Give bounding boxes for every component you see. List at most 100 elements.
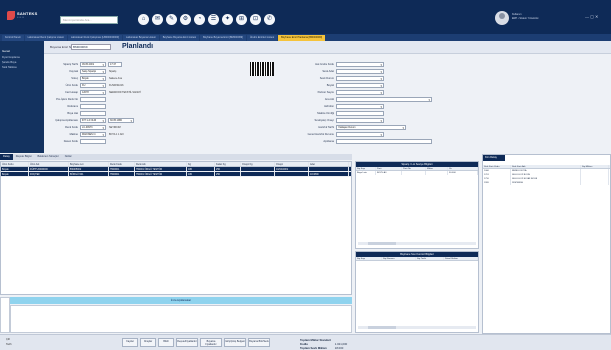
process-field[interactable]: Boyalı: [80, 75, 106, 81]
machine-field[interactable]: MAKINESI 4: [80, 131, 106, 137]
favorite-icon[interactable]: ✦: [222, 14, 233, 25]
column-header[interactable]: Stok Kartı Kodu: [483, 165, 511, 168]
finish-ship-button[interactable]: Boyama Bitir/Sevk: [248, 338, 270, 347]
form-row-dyed: Boyalı: [296, 82, 384, 88]
process-extra: Sadece Ana: [109, 76, 122, 80]
form-row-partner-count: Partner Sayısı: [296, 89, 384, 95]
hydrophone-field[interactable]: [336, 103, 384, 109]
partner-count-field[interactable]: [336, 89, 384, 95]
left-nav-item-dye[interactable]: Şerefe Boya: [2, 61, 16, 64]
save-button[interactable]: Kaydet: [122, 338, 138, 347]
column-header[interactable]: Boyhane Lot: [69, 162, 109, 166]
prep-status-field[interactable]: [336, 131, 384, 137]
horizontal-scrollbar[interactable]: [358, 326, 476, 329]
table-row[interactable]: Boya Lotu BOYU-A1 50.000: [356, 171, 478, 175]
left-nav-item-stock[interactable]: Stok Tablosu: [2, 66, 17, 69]
avatar[interactable]: [495, 11, 509, 25]
pre-color-field[interactable]: [80, 96, 106, 102]
column-header[interactable]: Onaylı: [275, 162, 309, 166]
column-header[interactable]: Miktar: [426, 167, 448, 170]
recipe-pricing-button[interactable]: Reçete/Fiyatlandır: [176, 338, 198, 347]
grid-cell: DOÇTEF: [29, 172, 69, 176]
column-header[interactable]: Onaylı Kg: [241, 162, 275, 166]
line-group-field[interactable]: [336, 61, 384, 67]
machine-extra: BOYA 1 1 AKI: [109, 132, 124, 136]
form-row-ship-qty: Sevk Adet: [296, 68, 384, 74]
tab-stock-detail[interactable]: Kim Detay: [483, 155, 505, 161]
main-name-field[interactable]: [336, 96, 432, 102]
approvals-button[interactable]: Onaylar: [140, 338, 156, 347]
column-header[interactable]: Üs: [448, 167, 478, 170]
dye-pricing-button[interactable]: Boyama Fiyatlandır: [200, 338, 222, 347]
field-label: Sevk Adet: [322, 69, 334, 73]
description-field[interactable]: [336, 138, 432, 144]
tab-recipe[interactable]: Reçete Bilgisi: [13, 154, 35, 160]
column-header[interactable]: Renk Kodu: [109, 162, 135, 166]
column-header[interactable]: Kg: [187, 162, 215, 166]
column-header[interactable]: Sip Sayı: [356, 257, 382, 260]
menu-search-input[interactable]: [60, 16, 118, 24]
column-header[interactable]: Adet: [309, 162, 349, 166]
horizontal-scrollbar[interactable]: [358, 242, 476, 245]
notes-area[interactable]: [10, 305, 352, 333]
customer-field[interactable]: 12078: [80, 89, 106, 95]
left-nav-item-price-group[interactable]: Fiyat Gruplama: [2, 56, 20, 59]
dyed-field[interactable]: [336, 82, 384, 88]
grid-cell: [241, 167, 275, 171]
edit-icon[interactable]: ✎: [166, 14, 177, 25]
notify-button[interactable]: Bildir: [158, 338, 174, 347]
home-icon[interactable]: ⌂: [138, 14, 149, 25]
field-label: Ana Adı: [324, 97, 334, 101]
window-icon[interactable]: ⊡: [250, 14, 261, 25]
window-controls[interactable]: — ▢ ✕: [585, 14, 598, 19]
ship-status-field[interactable]: [336, 75, 384, 81]
stock-table: Stok Kartı Kodu Stok Kartı Adı Sip Mikta…: [483, 165, 610, 185]
grid-cell: BS005002: [69, 167, 109, 171]
column-header[interactable]: Sip Tarihi: [416, 257, 444, 260]
logo-icon: [7, 11, 15, 20]
pattern-field[interactable]: [80, 138, 106, 144]
prep-date-field[interactable]: Yaklaşan Durum: [336, 124, 406, 130]
table-row[interactable]: 1920 DİSPERSE: [483, 181, 610, 185]
order-time-field[interactable]: 17:47: [108, 61, 122, 67]
reference-field[interactable]: [80, 103, 106, 109]
dye-line-field[interactable]: [80, 110, 106, 116]
column-header[interactable]: Sip Numara: [382, 257, 416, 260]
shipper-approval-field[interactable]: [336, 117, 384, 123]
settings-icon[interactable]: ⚙: [180, 14, 191, 25]
order-date-field[interactable]: 09.05.2019: [80, 61, 106, 67]
tab-detail[interactable]: Detay: [0, 154, 13, 160]
table-row[interactable]: Boyalı DOÇTEF BÖRGÜ 601 HW0001 HW001 ÖRG…: [1, 172, 351, 177]
order-no-field[interactable]: BM000069: [71, 44, 111, 50]
grid-icon[interactable]: ⊞: [236, 14, 247, 25]
column-header[interactable]: Sip Miktarı: [581, 165, 609, 168]
in-out-document-button[interactable]: Giriş/Çıkış Belgesi: [224, 338, 246, 347]
column-header[interactable]: Ürün Adı: [29, 162, 69, 166]
column-header[interactable]: Parti Ne: [402, 167, 426, 170]
machine-id-field[interactable]: [336, 110, 384, 116]
phone-icon[interactable]: ✆: [264, 14, 275, 25]
clock-icon[interactable]: ◔: [194, 14, 205, 25]
color-code-field[interactable]: LC-00973: [80, 124, 106, 130]
work-desc-field[interactable]: INT 1-4 OLDI: [80, 117, 106, 123]
work-date-field[interactable]: 30.05.1980: [108, 117, 134, 123]
column-header[interactable]: Renk Adı: [135, 162, 187, 166]
column-header[interactable]: Dönel Birikim: [444, 257, 478, 260]
ship-qty-field[interactable]: [336, 68, 384, 74]
menu-icon[interactable]: ☰: [208, 14, 219, 25]
product-code-field[interactable]: KU: [80, 82, 106, 88]
tab-notes[interactable]: Notlar: [62, 154, 75, 160]
total-value: 18.000: [334, 346, 344, 350]
grid-cell: [275, 172, 309, 176]
action-label-1: Çift: [6, 338, 10, 341]
column-header[interactable]: Kalan Kg: [215, 162, 241, 166]
field-label: Makine: [69, 132, 78, 136]
column-header[interactable]: Parti: [376, 167, 402, 170]
column-header[interactable]: Ürün Kodu: [1, 162, 29, 166]
column-header[interactable]: Sip Sayı: [356, 167, 376, 170]
source-field[interactable]: Satış Siparişi: [80, 68, 106, 74]
column-header[interactable]: Stok Kartı Adı: [511, 165, 581, 168]
mail-icon[interactable]: ✉: [152, 14, 163, 25]
tab-expected-processes[interactable]: Beklenen Süreçler: [35, 154, 62, 160]
grid-cell: Boyalı: [1, 172, 29, 176]
